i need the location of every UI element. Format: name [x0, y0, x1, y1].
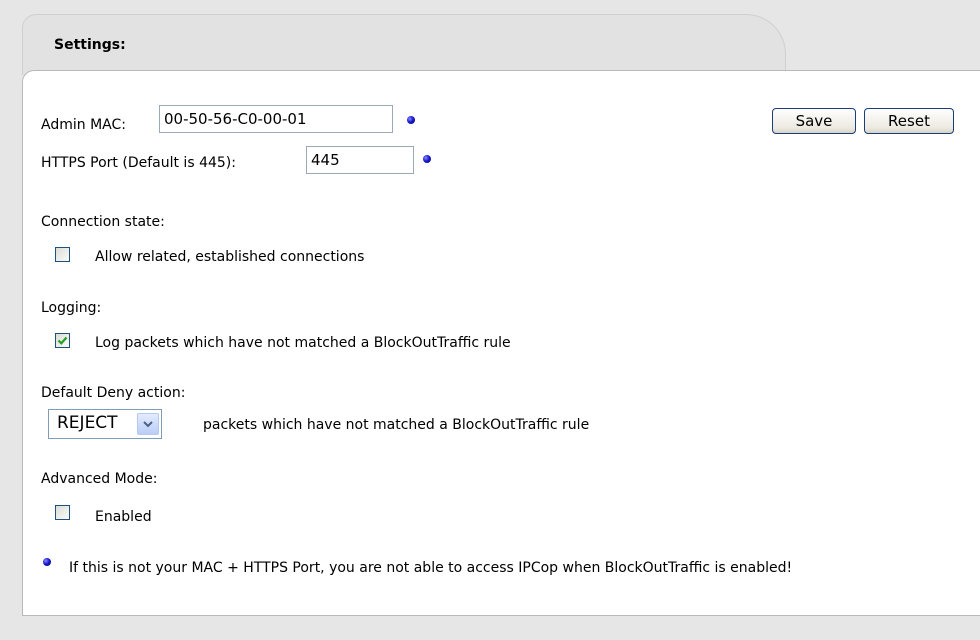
required-dot-icon — [407, 116, 415, 124]
log-packets-checkbox[interactable] — [55, 333, 70, 348]
default-deny-heading: Default Deny action: — [41, 385, 186, 401]
admin-mac-input[interactable] — [159, 105, 393, 133]
advanced-mode-heading: Advanced Mode: — [41, 471, 158, 487]
allow-related-checkbox[interactable] — [55, 247, 70, 262]
connection-state-heading: Connection state: — [41, 214, 165, 230]
default-deny-selected: REJECT — [57, 413, 118, 433]
https-port-input[interactable] — [306, 146, 414, 174]
checkmark-icon — [57, 336, 68, 345]
logging-heading: Logging: — [41, 300, 102, 316]
admin-mac-label: Admin MAC: — [41, 117, 126, 133]
allow-related-label: Allow related, established connections — [95, 249, 365, 265]
access-warning-note: If this is not your MAC + HTTPS Port, yo… — [69, 560, 793, 576]
required-dot-icon — [423, 155, 431, 163]
chevron-down-icon[interactable] — [137, 413, 159, 435]
advanced-mode-label: Enabled — [95, 509, 152, 525]
page-title: Settings: — [54, 37, 126, 53]
settings-tab — [22, 14, 786, 75]
default-deny-suffix: packets which have not matched a BlockOu… — [203, 417, 590, 433]
reset-button[interactable]: Reset — [864, 108, 954, 134]
https-port-label: HTTPS Port (Default is 445): — [41, 155, 236, 171]
log-packets-label: Log packets which have not matched a Blo… — [95, 335, 511, 351]
default-deny-select[interactable]: REJECT — [48, 409, 162, 439]
advanced-mode-checkbox[interactable] — [55, 505, 70, 520]
save-button[interactable]: Save — [772, 108, 856, 134]
